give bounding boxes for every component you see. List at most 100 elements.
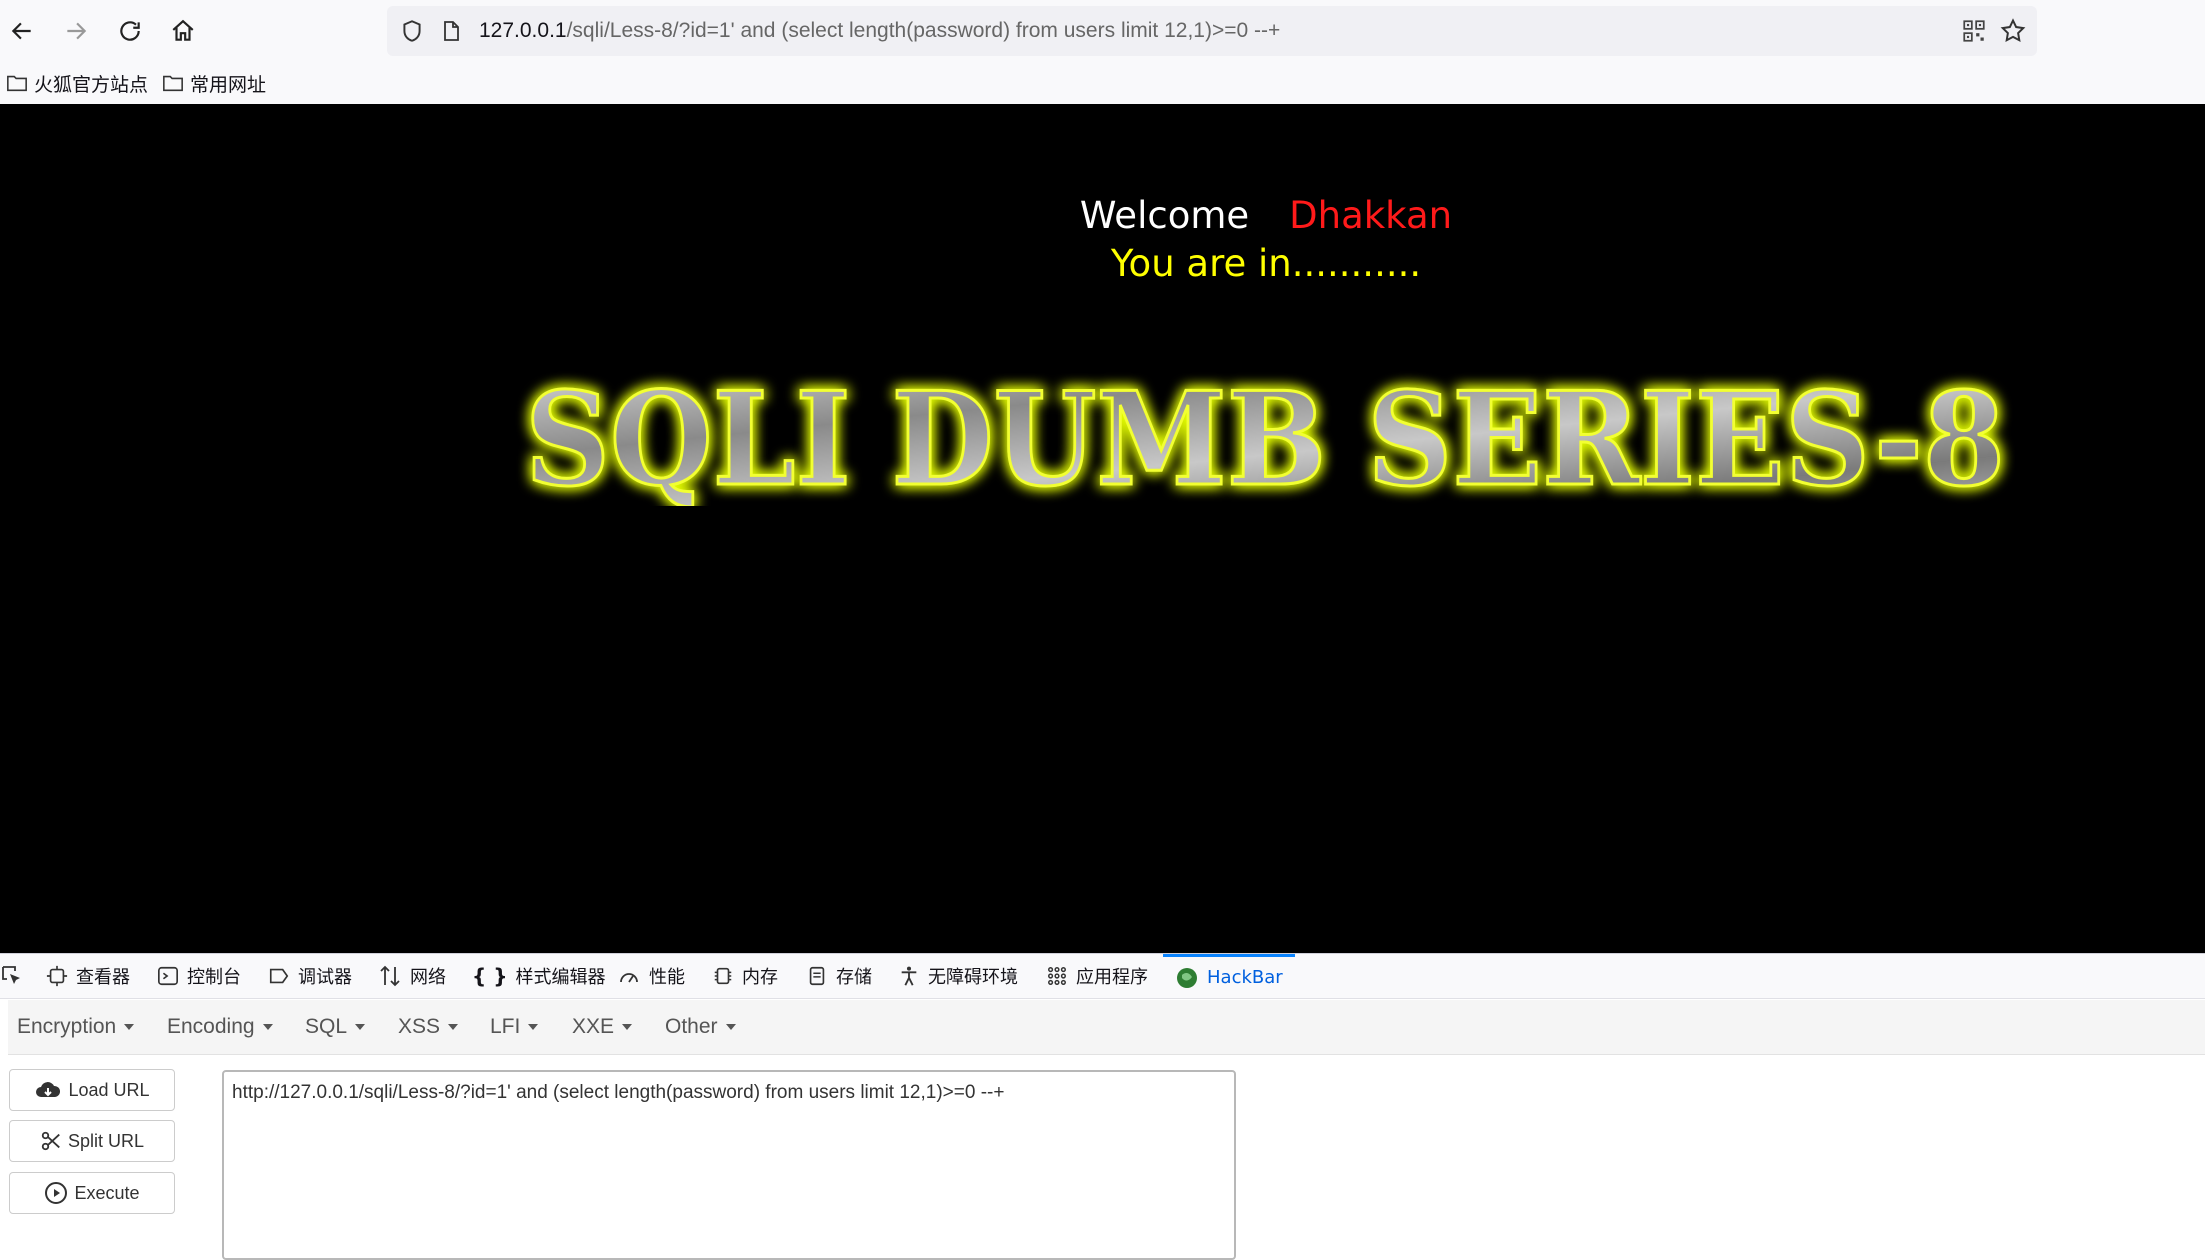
tab-label: 内存 [742, 967, 778, 988]
execute-button[interactable]: Execute [9, 1172, 175, 1214]
caret-down-icon [528, 1024, 539, 1031]
back-arrow-icon [11, 22, 31, 40]
url-text[interactable]: 127.0.0.1/sqli/Less-8/?id=1' and (select… [479, 6, 1280, 56]
bookmark-label: 常用网址 [190, 73, 267, 96]
inspector-icon [46, 965, 68, 987]
page-content: Welcome Dhakkan You are in........... SQL… [0, 104, 2205, 953]
tab-label: 控制台 [187, 967, 241, 988]
tab-memory[interactable]: 内存 [712, 954, 778, 998]
tab-storage[interactable]: 存储 [806, 954, 872, 998]
tab-label: 网络 [410, 967, 446, 988]
menu-label: XXE [572, 1015, 615, 1038]
tab-label: 应用程序 [1076, 967, 1148, 988]
style-editor-icon: { } [472, 964, 508, 988]
accessibility-icon [901, 966, 917, 986]
menu-label: SQL [305, 1015, 348, 1038]
tab-label: 性能 [649, 967, 685, 988]
network-icon [380, 965, 400, 987]
tab-label: HackBar [1207, 967, 1283, 988]
button-label: Load URL [68, 1079, 150, 1100]
qr-code-icon[interactable] [1961, 18, 1987, 48]
menu-encryption[interactable]: Encryption [17, 1000, 135, 1054]
menu-label: LFI [490, 1015, 521, 1038]
back-button[interactable] [2, 12, 42, 50]
caret-down-icon [725, 1024, 736, 1031]
home-icon [172, 19, 194, 41]
tab-label: 存储 [836, 967, 872, 988]
username-text: Dhakkan [1289, 194, 1453, 237]
split-url-button[interactable]: Split URL [9, 1120, 175, 1162]
button-label: Split URL [67, 1130, 145, 1151]
url-host: 127.0.0.1 [479, 19, 567, 42]
page-info-icon[interactable] [439, 18, 463, 48]
storage-icon [809, 966, 825, 986]
tab-label: 查看器 [76, 967, 130, 988]
menu-xss[interactable]: XSS [398, 1000, 459, 1054]
console-icon [158, 966, 178, 986]
tab-label: 无障碍环境 [928, 967, 1018, 988]
tab-accessibility[interactable]: 无障碍环境 [898, 954, 1018, 998]
debugger-icon [269, 968, 289, 984]
welcome-line: Welcome Dhakkan [0, 194, 2205, 237]
menu-xxe[interactable]: XXE [572, 1000, 633, 1054]
menu-label: Other [665, 1015, 718, 1038]
menu-other[interactable]: Other [665, 1000, 736, 1054]
login-status-text: You are in........... [1110, 242, 1422, 285]
reload-icon [120, 21, 140, 41]
cloud-download-icon [36, 1082, 61, 1097]
caret-down-icon [448, 1024, 459, 1031]
menu-sql[interactable]: SQL [305, 1000, 366, 1054]
menu-encoding[interactable]: Encoding [167, 1000, 273, 1054]
memory-icon [714, 967, 732, 985]
tab-performance[interactable]: 性能 [617, 954, 685, 998]
caret-down-icon [262, 1024, 273, 1031]
hackbar-icon [1177, 967, 1197, 988]
element-picker-icon [2, 966, 20, 984]
bookmark-label: 火狐官方站点 [34, 73, 149, 96]
performance-icon [620, 973, 638, 983]
series-banner-logo: SQLI DUMB SERIES-8 [524, 366, 2007, 506]
shield-icon[interactable] [399, 18, 425, 48]
tab-application[interactable]: 应用程序 [1046, 954, 1148, 998]
load-url-button[interactable]: Load URL [9, 1069, 175, 1111]
welcome-text: Welcome [1079, 194, 1250, 237]
bookmark-star-icon[interactable] [1999, 17, 2027, 49]
play-circle-icon [45, 1182, 68, 1204]
caret-down-icon [124, 1024, 135, 1031]
address-bar[interactable]: 127.0.0.1/sqli/Less-8/?id=1' and (select… [387, 6, 2037, 56]
browser-toolbar: 127.0.0.1/sqli/Less-8/?id=1' and (select… [0, 0, 2205, 62]
folder-icon [163, 75, 183, 92]
scissors-icon [41, 1131, 60, 1151]
tab-console[interactable]: 控制台 [157, 954, 241, 998]
tab-style-editor[interactable]: { } 样式编辑器 [472, 954, 605, 998]
svg-text:SQLI DUMB SERIES-8: SQLI DUMB SERIES-8 [525, 366, 2005, 506]
folder-icon [7, 75, 27, 92]
home-button[interactable] [163, 12, 203, 50]
reload-button[interactable] [110, 12, 150, 50]
caret-down-icon [622, 1024, 633, 1031]
menu-lfi[interactable]: LFI [490, 1000, 539, 1054]
hackbar-menu: Encryption Encoding SQL XSS LFI XXE Othe… [8, 1000, 2205, 1055]
element-picker-button[interactable] [0, 954, 24, 998]
menu-label: Encoding [167, 1015, 255, 1038]
hackbar-url-textarea[interactable]: http://127.0.0.1/sqli/Less-8/?id=1' and … [222, 1070, 1236, 1260]
application-icon [1048, 967, 1066, 985]
forward-button[interactable] [56, 12, 96, 50]
button-label: Execute [74, 1182, 140, 1203]
menu-label: Encryption [17, 1015, 117, 1038]
bookmark-folder-common[interactable]: 常用网址 [162, 68, 266, 98]
url-path: /sqli/Less-8/?id=1' and (select length(p… [566, 19, 1281, 42]
tab-network[interactable]: 网络 [378, 954, 446, 998]
bookmarks-toolbar: 火狐官方站点 常用网址 [0, 62, 2205, 105]
forward-arrow-icon [67, 22, 87, 40]
tab-hackbar[interactable]: HackBar [1163, 954, 1295, 998]
tab-label: 样式编辑器 [515, 967, 606, 988]
url-textarea-value: http://127.0.0.1/sqli/Less-8/?id=1' and … [232, 1082, 1005, 1103]
caret-down-icon [355, 1024, 366, 1031]
menu-label: XSS [398, 1015, 441, 1038]
tab-debugger[interactable]: 调试器 [268, 954, 352, 998]
tab-label: 调试器 [298, 967, 352, 988]
bookmark-folder-firefox[interactable]: 火狐官方站点 [6, 68, 148, 98]
tab-inspector[interactable]: 查看器 [46, 954, 130, 998]
devtools-tabbar: 查看器 控制台 调试器 网络 { } 样式编辑器 性能 内存 存储 无障碍环境 … [0, 953, 2205, 999]
